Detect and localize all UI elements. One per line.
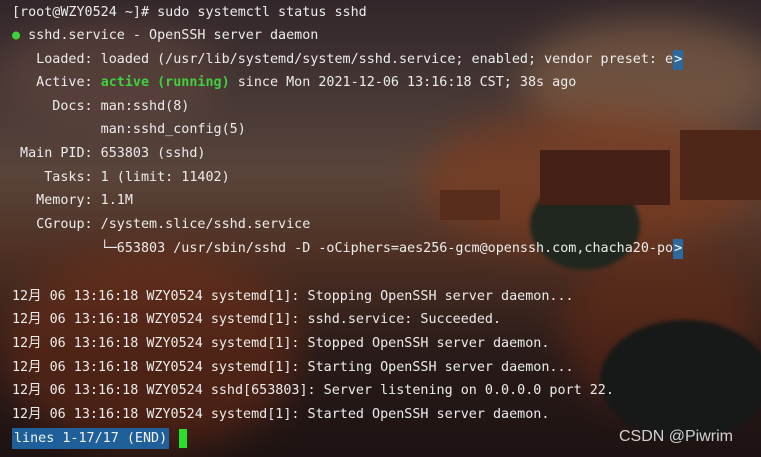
docs-line-2: man:sshd_config(5)	[12, 122, 246, 137]
command-prompt-line: [root@WZY0524 ~]# sudo systemctl status …	[12, 5, 367, 20]
active-line: Active: active (running) since Mon 2021-…	[12, 71, 576, 94]
truncation-marker: >	[673, 50, 684, 70]
terminal-window[interactable]: [root@WZY0524 ~]# sudo systemctl status …	[0, 0, 761, 457]
main-pid-line: Main PID: 653803 (sshd)	[12, 146, 206, 161]
cgroup-process-text: └─653803 /usr/sbin/sshd -D -oCiphers=aes…	[12, 241, 674, 256]
watermark: CSDN @Piwrim	[618, 428, 733, 445]
journal-log-line: 12月 06 13:16:18 WZY0524 sshd[653803]: Se…	[12, 383, 614, 398]
active-state: active (running)	[100, 75, 230, 90]
pager-status-text: lines 1-17/17 (END)	[14, 431, 168, 446]
journal-log-line: 12月 06 13:16:18 WZY0524 systemd[1]: Star…	[12, 360, 574, 375]
unit-title-line: ● sshd.service - OpenSSH server daemon	[12, 24, 318, 47]
cgroup-line: CGroup: /system.slice/sshd.service	[12, 217, 311, 232]
tasks-line: Tasks: 1 (limit: 11402)	[12, 170, 230, 185]
truncation-marker-2: >	[673, 239, 684, 259]
unit-title: sshd.service - OpenSSH server daemon	[20, 28, 319, 43]
journal-log-line: 12月 06 13:16:18 WZY0524 systemd[1]: Stop…	[12, 336, 550, 351]
active-label: Active:	[12, 75, 101, 90]
loaded-text: Loaded: loaded (/usr/lib/systemd/system/…	[12, 52, 674, 67]
memory-line: Memory: 1.1M	[12, 193, 133, 208]
journal-log-line: 12月 06 13:16:18 WZY0524 systemd[1]: Star…	[12, 407, 550, 422]
journal-log-line: 12月 06 13:16:18 WZY0524 systemd[1]: Stop…	[12, 289, 574, 304]
loaded-line: Loaded: loaded (/usr/lib/systemd/system/…	[12, 48, 684, 71]
status-dot-icon: ●	[12, 28, 21, 43]
terminal-cursor[interactable]	[179, 429, 187, 448]
cgroup-process-line: └─653803 /usr/sbin/sshd -D -oCiphers=aes…	[12, 237, 684, 260]
pager-status-bar: lines 1-17/17 (END)	[12, 428, 170, 449]
journal-log-line: 12月 06 13:16:18 WZY0524 systemd[1]: sshd…	[12, 312, 502, 327]
docs-line: Docs: man:sshd(8)	[12, 99, 190, 114]
active-since: since Mon 2021-12-06 13:16:18 CST; 38s a…	[229, 75, 577, 90]
